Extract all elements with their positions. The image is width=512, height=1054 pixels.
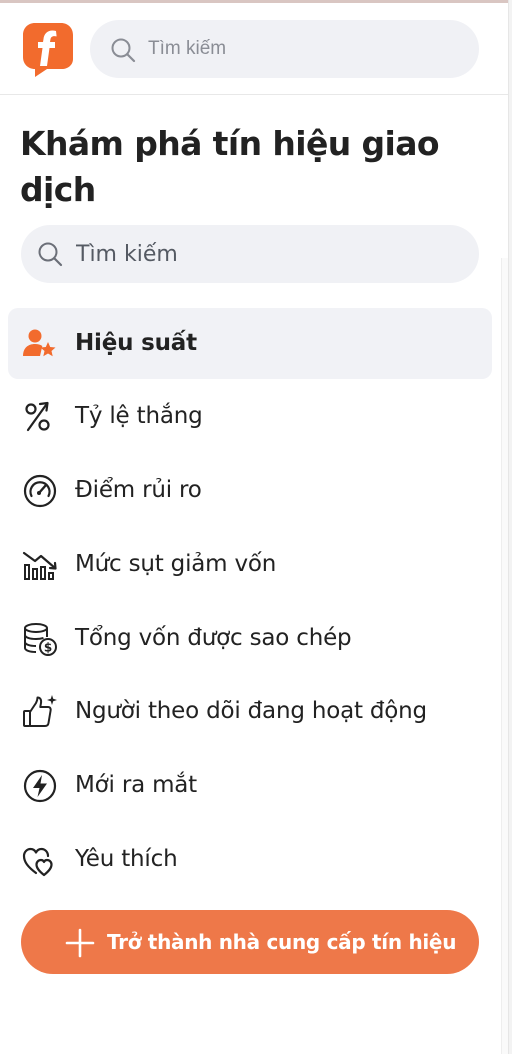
- search-icon: [38, 242, 63, 267]
- f-logo-icon[interactable]: [23, 23, 73, 77]
- menu-item-active-followers[interactable]: Người theo dõi đang hoạt động: [8, 676, 492, 747]
- hearts-icon: [22, 847, 53, 877]
- become-signal-provider-button[interactable]: Trở thành nhà cung cấp tín hiệu: [21, 910, 479, 974]
- thumbs-up-sparkle-icon: [23, 695, 57, 727]
- menu-item-performance[interactable]: Hiệu suất: [8, 308, 492, 379]
- menu-item-drawdown[interactable]: Mức sụt giảm vốn: [8, 529, 492, 600]
- top-search-input[interactable]: [148, 20, 448, 78]
- top-search-bar[interactable]: [90, 20, 479, 78]
- menu-item-win-rate[interactable]: Tỷ lệ thắng: [8, 381, 492, 452]
- menu-item-label: Mức sụt giảm vốn: [75, 551, 277, 577]
- menu-item-label: Tỷ lệ thắng: [75, 403, 203, 429]
- menu-item-label: Điểm rủi ro: [75, 477, 202, 503]
- drawdown-chart-icon: [22, 551, 57, 580]
- menu-item-risk-score[interactable]: Điểm rủi ro: [8, 455, 492, 526]
- percent-up-icon: [25, 401, 50, 432]
- menu-item-label: Mới ra mắt: [75, 772, 197, 798]
- gauge-icon: [23, 474, 57, 508]
- lightning-circle-icon: [23, 769, 57, 803]
- sidebar-search-input[interactable]: [76, 225, 456, 283]
- menu-item-label: Tổng vốn được sao chép: [75, 625, 352, 651]
- user-star-icon: [23, 329, 56, 357]
- menu-item-new-launch[interactable]: Mới ra mắt: [8, 750, 492, 821]
- page-title: Khám phá tín hiệu giao dịch: [20, 124, 440, 209]
- cta-label: Trở thành nhà cung cấp tín hiệu: [107, 930, 457, 954]
- menu-item-favorites[interactable]: Yêu thích: [8, 824, 492, 895]
- top-bar: [0, 3, 508, 95]
- window-right-edge: [508, 0, 512, 1054]
- menu-item-label: Hiệu suất: [75, 330, 197, 356]
- menu-item-label: Người theo dõi đang hoạt động: [75, 698, 427, 724]
- coins-stack-icon: $: [24, 623, 57, 656]
- svg-text:$: $: [44, 641, 52, 655]
- search-icon: [111, 38, 136, 63]
- menu-item-label: Yêu thích: [75, 846, 178, 872]
- menu-item-copied-capital[interactable]: $ Tổng vốn được sao chép: [8, 603, 492, 674]
- sidebar-search-bar[interactable]: [21, 225, 479, 283]
- plus-icon: [65, 928, 95, 958]
- scrollbar-track[interactable]: [501, 258, 508, 1054]
